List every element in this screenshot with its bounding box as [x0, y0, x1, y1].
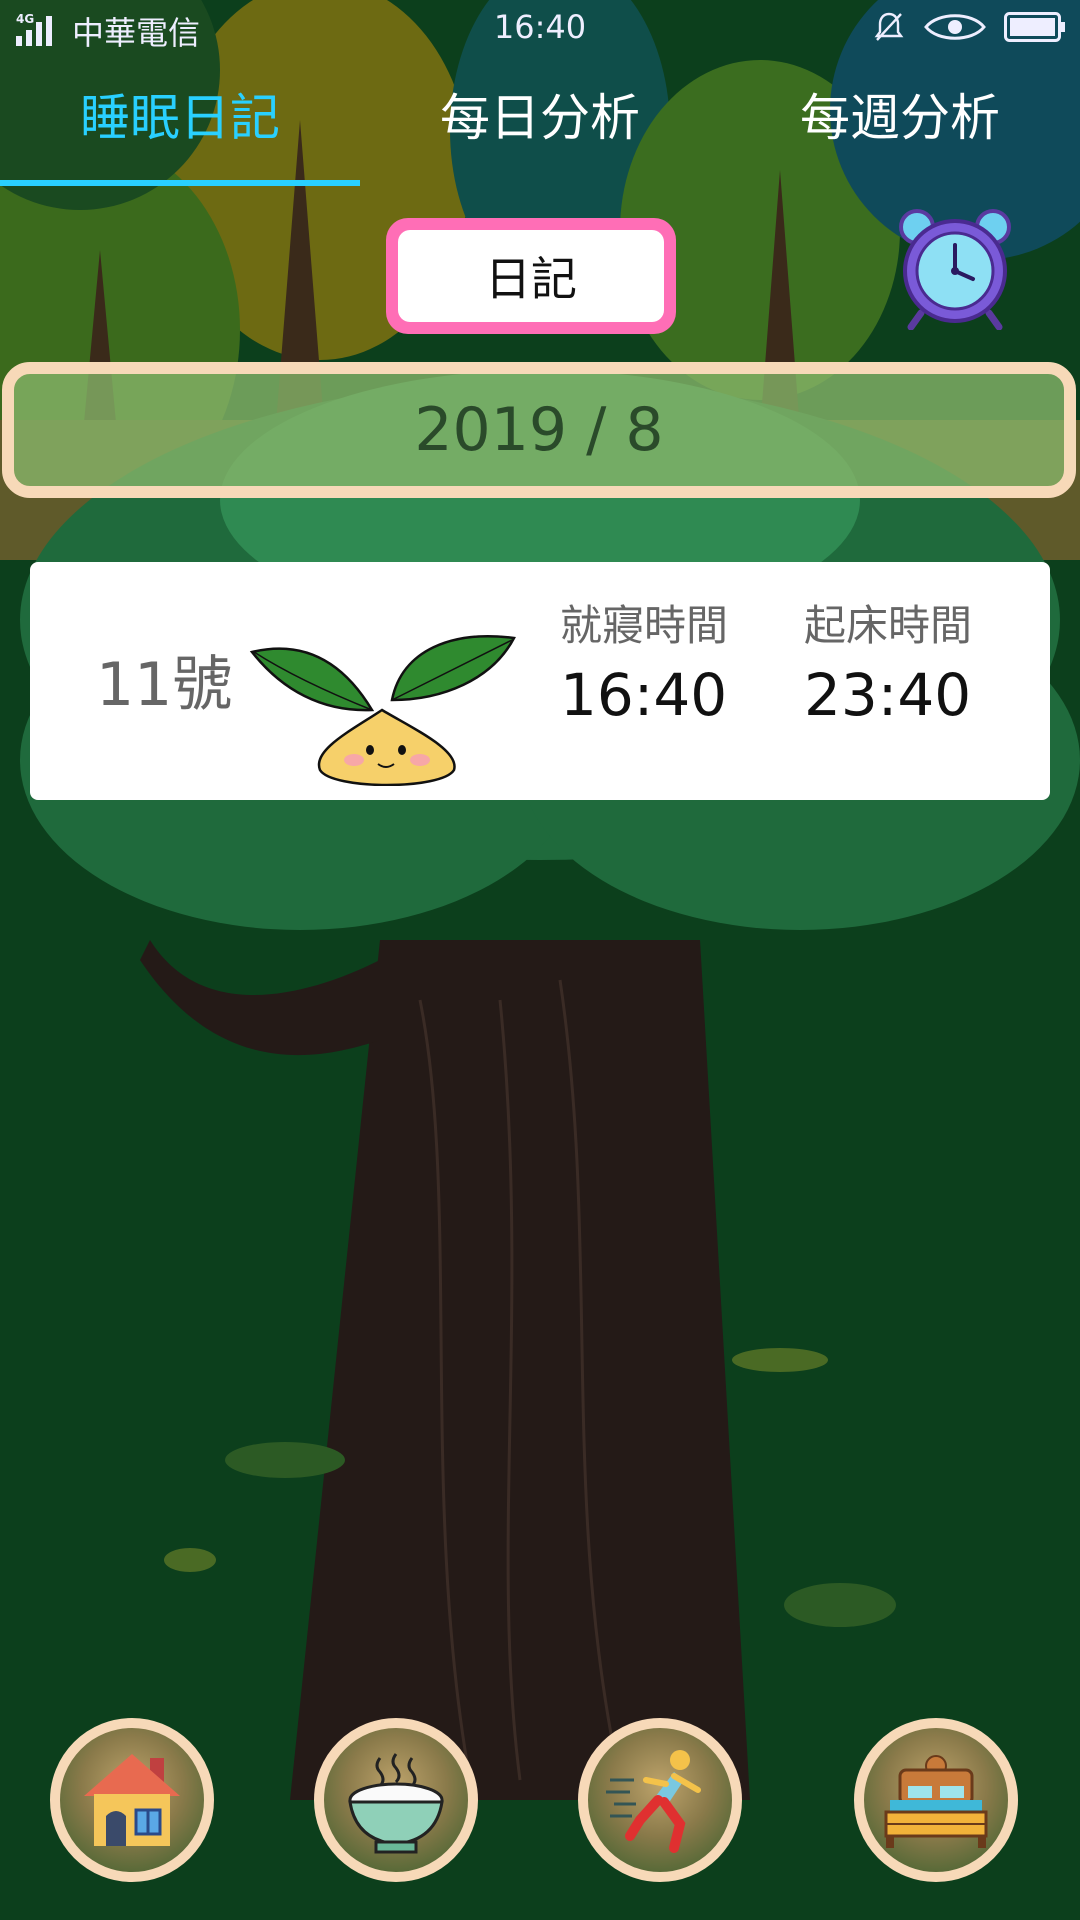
home-icon	[84, 1754, 180, 1846]
battery-icon	[1004, 12, 1065, 42]
bedtime-value: 16:40	[560, 661, 728, 729]
tab-bar: 睡眠日記 每日分析 每週分析	[0, 76, 1080, 186]
record-day: 11號	[96, 650, 233, 720]
diary-button-label: 日記	[398, 230, 664, 322]
sleep-record-card[interactable]: 11號 就寢時間 16:40 起床時間 23:40	[30, 562, 1050, 800]
bell-muted-icon	[874, 12, 904, 41]
nav-home-button[interactable]	[50, 1718, 214, 1882]
wakeup-column: 起床時間 23:40	[804, 592, 972, 729]
wakeup-value: 23:40	[804, 661, 972, 729]
bed-icon	[884, 1755, 988, 1848]
bedtime-label: 就寢時間	[560, 601, 729, 650]
status-right	[872, 10, 1066, 44]
running-icon	[606, 1750, 701, 1853]
alarm-clock-icon[interactable]	[895, 205, 1015, 330]
diary-button[interactable]: 日記	[386, 218, 676, 334]
nav-meal-button[interactable]	[314, 1718, 478, 1882]
month-selector[interactable]: 2019 / 8	[2, 362, 1076, 498]
tab-sleep-diary[interactable]: 睡眠日記	[0, 76, 360, 186]
tab-weekly-analysis[interactable]: 每週分析	[720, 76, 1080, 186]
eye-icon	[924, 14, 986, 40]
bedtime-column: 就寢時間 16:40	[560, 592, 728, 729]
nav-exercise-button[interactable]	[578, 1718, 742, 1882]
rice-bowl-icon	[348, 1753, 444, 1854]
nav-sleep-button[interactable]	[854, 1718, 1018, 1882]
tab-daily-analysis[interactable]: 每日分析	[360, 76, 720, 186]
sprout-mascot-icon	[249, 635, 516, 786]
wakeup-label: 起床時間	[804, 601, 973, 650]
status-bar: 4G 中華電信 16:40	[0, 0, 1080, 56]
